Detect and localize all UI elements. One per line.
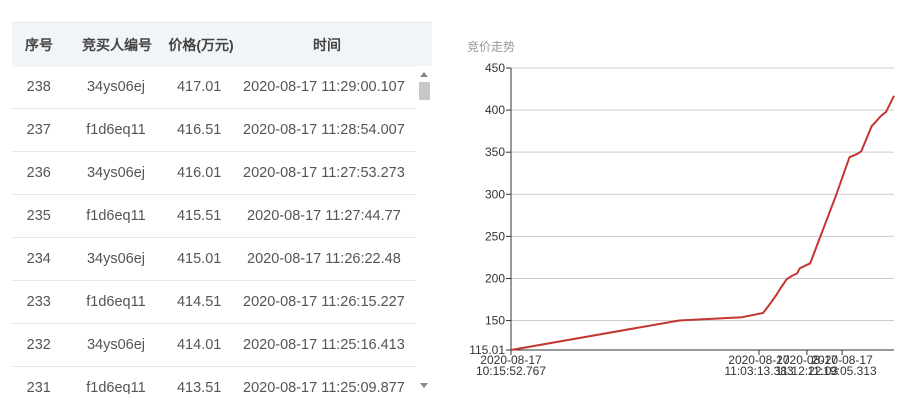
cell-time: 2020-08-17 11:27:53.273 bbox=[243, 165, 405, 181]
axes bbox=[506, 67, 894, 355]
table-row: 234 34ys06ej 415.01 2020-08-17 11:26:22.… bbox=[12, 238, 416, 281]
x-tick-time: 10:15:52.767 bbox=[476, 364, 546, 378]
cell-time: 2020-08-17 11:26:15.227 bbox=[243, 294, 405, 310]
table-scrollbar[interactable] bbox=[416, 66, 432, 394]
cell-time: 2020-08-17 11:29:00.107 bbox=[243, 79, 405, 95]
table-row: 232 34ys06ej 414.01 2020-08-17 11:25:16.… bbox=[12, 324, 416, 367]
chart-svg: 115.01150200250300350400450 2020-08-17 10… bbox=[469, 61, 895, 378]
table-row: 236 34ys06ej 416.01 2020-08-17 11:27:53.… bbox=[12, 152, 416, 195]
series-lines bbox=[510, 95, 895, 351]
cell-time: 2020-08-17 11:25:09.877 bbox=[243, 380, 405, 394]
y-tick-label: 450 bbox=[485, 61, 505, 75]
cell-bidder-id: f1d6eq11 bbox=[86, 122, 146, 138]
y-tick-label: 300 bbox=[485, 187, 505, 201]
cell-bidder-id: 34ys06ej bbox=[86, 79, 145, 95]
cell-price: 417.01 bbox=[176, 79, 222, 95]
scrollbar-thumb[interactable] bbox=[419, 82, 430, 100]
header-bidder-id: 竞买人编号 bbox=[82, 37, 152, 53]
cell-bidder-id: 34ys06ej bbox=[86, 337, 145, 353]
price-series-line bbox=[510, 95, 895, 351]
table-row: 233 f1d6eq11 414.51 2020-08-17 11:26:15.… bbox=[12, 281, 416, 324]
cell-price: 414.01 bbox=[176, 337, 222, 353]
table-body: 238 34ys06ej 417.01 2020-08-17 11:29:00.… bbox=[12, 66, 416, 394]
y-tick-label: 350 bbox=[485, 145, 505, 159]
scroll-up-arrow-icon[interactable] bbox=[420, 72, 428, 77]
y-tick-label: 250 bbox=[485, 229, 505, 243]
cell-index: 236 bbox=[26, 165, 51, 181]
x-tick-label: 2020-08-17 10:15:52.767 bbox=[476, 353, 546, 378]
cell-bidder-id: f1d6eq11 bbox=[86, 380, 146, 394]
x-tick-label: 2020-08-17 11:19:05.313 bbox=[807, 353, 877, 378]
cell-index: 233 bbox=[26, 294, 51, 310]
y-tick-labels: 115.01150200250300350400450 bbox=[469, 61, 505, 357]
cell-bidder-id: 34ys06ej bbox=[86, 251, 145, 267]
cell-time: 2020-08-17 11:28:54.007 bbox=[243, 122, 405, 138]
cell-index: 231 bbox=[26, 380, 51, 394]
y-tick-label: 150 bbox=[485, 314, 505, 328]
table-row: 237 f1d6eq11 416.51 2020-08-17 11:28:54.… bbox=[12, 109, 416, 152]
header-price: 价格(万元) bbox=[168, 37, 234, 53]
header-time: 时间 bbox=[313, 37, 341, 53]
scroll-down-arrow-icon[interactable] bbox=[420, 383, 428, 388]
cell-time: 2020-08-17 11:25:16.413 bbox=[243, 337, 405, 353]
chart-title: 竞价走势 bbox=[467, 40, 516, 54]
cell-bidder-id: f1d6eq11 bbox=[86, 208, 146, 224]
cell-price: 416.01 bbox=[176, 165, 222, 181]
cell-index: 238 bbox=[26, 79, 51, 95]
bid-table: 序号 竞买人编号 价格(万元) 时间 238 34ys06ej 417.01 2… bbox=[12, 22, 432, 394]
x-tick-labels: 2020-08-17 10:15:52.7672020-08-17 11:03:13… bbox=[476, 353, 877, 378]
x-tick-time: 11:19:05.313 bbox=[807, 364, 877, 378]
cell-time: 2020-08-17 11:27:44.77 bbox=[247, 208, 401, 224]
cell-price: 415.01 bbox=[176, 251, 222, 267]
cell-index: 232 bbox=[26, 337, 51, 353]
cell-price: 413.51 bbox=[176, 380, 222, 394]
price-trend-chart: 竞价走势 115.01 150 200 250 300 350 400 450 2020-08… bbox=[440, 0, 919, 408]
cell-price: 414.51 bbox=[176, 294, 222, 310]
table-header: 序号 竞买人编号 价格(万元) 时间 bbox=[12, 22, 432, 67]
table-row: 235 f1d6eq11 415.51 2020-08-17 11:27:44.… bbox=[12, 195, 416, 238]
cell-index: 237 bbox=[26, 122, 51, 138]
y-tick-label: 400 bbox=[485, 103, 505, 117]
table-row: 231 f1d6eq11 413.51 2020-08-17 11:25:09.… bbox=[12, 367, 416, 394]
table-row: 238 34ys06ej 417.01 2020-08-17 11:29:00.… bbox=[12, 66, 416, 109]
cell-index: 235 bbox=[26, 208, 51, 224]
header-index: 序号 bbox=[25, 37, 53, 53]
cell-price: 416.51 bbox=[176, 122, 222, 138]
cell-index: 234 bbox=[26, 251, 51, 267]
cell-bidder-id: f1d6eq11 bbox=[86, 294, 146, 310]
cell-price: 415.51 bbox=[176, 208, 222, 224]
y-tick-label: 200 bbox=[485, 271, 505, 285]
cell-bidder-id: 34ys06ej bbox=[86, 165, 145, 181]
cell-time: 2020-08-17 11:26:22.48 bbox=[247, 251, 401, 267]
